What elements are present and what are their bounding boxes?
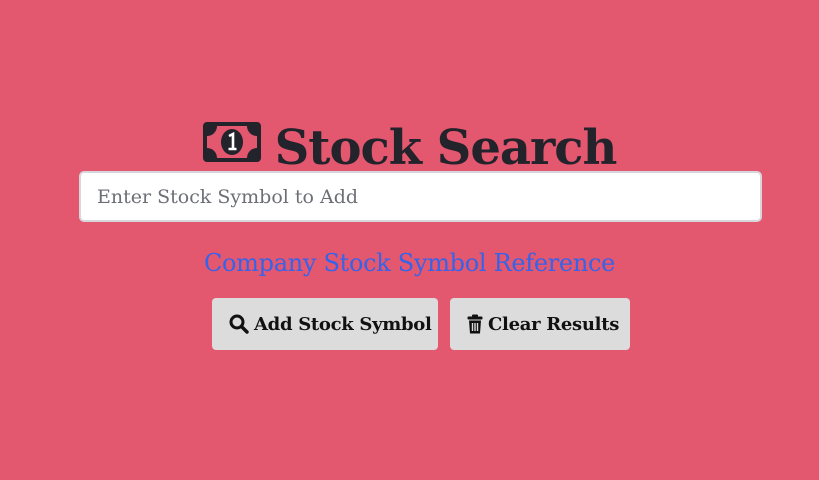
money-bill-icon bbox=[202, 116, 261, 176]
clear-results-label: Clear Results bbox=[488, 313, 620, 335]
page-title-text: Stock Search bbox=[274, 120, 618, 177]
clear-results-button[interactable]: Clear Results bbox=[450, 298, 630, 350]
add-stock-symbol-button[interactable]: Add Stock Symbol bbox=[212, 298, 438, 350]
search-field-container bbox=[79, 171, 762, 222]
action-buttons: Add Stock Symbol Clear Results bbox=[212, 298, 630, 350]
search-icon bbox=[229, 314, 249, 334]
trash-icon bbox=[467, 314, 483, 334]
add-stock-symbol-label: Add Stock Symbol bbox=[254, 313, 432, 335]
stock-symbol-input[interactable] bbox=[81, 173, 760, 220]
symbol-reference-link[interactable]: Company Stock Symbol Reference bbox=[0, 246, 819, 280]
